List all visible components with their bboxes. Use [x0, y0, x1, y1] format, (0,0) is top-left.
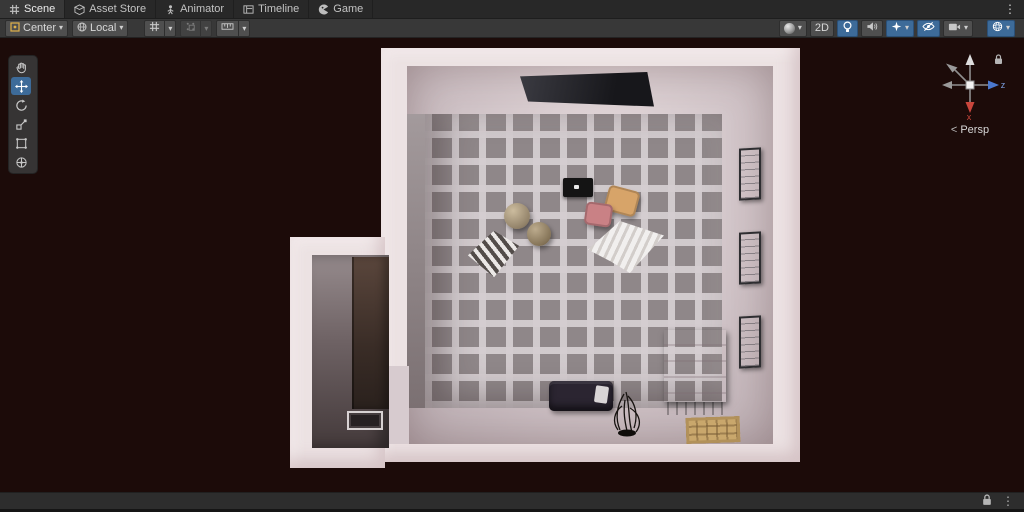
- gizmo-perspective-label[interactable]: < Persp: [930, 124, 1010, 136]
- gizmo-y-axis-cone[interactable]: [965, 54, 975, 65]
- timeline-icon: [243, 4, 254, 15]
- chevron-down-icon: ▾: [119, 23, 124, 32]
- tab-timeline[interactable]: Timeline: [234, 0, 310, 18]
- camera-icon: [948, 22, 961, 35]
- chevron-down-icon: ▾: [242, 23, 247, 33]
- pivot-mode-dropdown[interactable]: Center ▾: [5, 19, 69, 37]
- cushion-pink[interactable]: [583, 201, 614, 228]
- gizmo-z-axis-cone[interactable]: [988, 80, 999, 90]
- effects-star-icon: [891, 21, 902, 35]
- coordinate-space-dropdown[interactable]: Local ▾: [72, 19, 129, 37]
- globe-icon: [77, 22, 87, 35]
- pivot-mode-label: Center: [23, 22, 57, 34]
- 2d-view-toggle[interactable]: 2D: [809, 19, 834, 37]
- animator-icon: [165, 4, 176, 15]
- gizmo-neg-z-cone[interactable]: [942, 81, 952, 89]
- grid-snap-button[interactable]: [180, 19, 202, 37]
- coordinate-space-label: Local: [90, 22, 117, 34]
- tab-asset-store[interactable]: Asset Store: [65, 0, 157, 18]
- gizmo-center-cube[interactable]: [965, 80, 975, 90]
- patterned-rug[interactable]: [685, 416, 741, 444]
- scene-visibility-toggle[interactable]: [916, 19, 940, 37]
- picture-frame[interactable]: [739, 315, 761, 369]
- transform-tool-button[interactable]: [11, 153, 31, 171]
- status-bar: ⋮: [0, 492, 1024, 509]
- scene-audio-toggle[interactable]: [860, 19, 883, 37]
- floor-shadow-strip: [407, 114, 425, 408]
- wardrobe[interactable]: [352, 257, 389, 409]
- shading-mode-dropdown[interactable]: ▾: [778, 19, 807, 37]
- status-bar-menu-button[interactable]: ⋮: [1002, 494, 1014, 508]
- scale-tool-button[interactable]: [11, 115, 31, 133]
- scene-viewport[interactable]: x z < Persp: [0, 38, 1024, 492]
- pivot-icon: [10, 21, 20, 35]
- gizmo-z-label: z: [1001, 80, 1006, 90]
- rotate-tool-button[interactable]: [11, 96, 31, 114]
- speaker-icon: [866, 21, 878, 35]
- tab-label: Asset Store: [89, 3, 147, 15]
- effects-dropdown[interactable]: ▾: [885, 19, 914, 37]
- plant[interactable]: [604, 386, 650, 438]
- grid-snap-dropdown[interactable]: ▾: [201, 19, 213, 37]
- doormat[interactable]: [347, 411, 383, 430]
- tools-overlay: [8, 55, 38, 174]
- package-icon: [74, 3, 86, 15]
- tab-game[interactable]: Game: [309, 0, 374, 18]
- dresser[interactable]: [664, 330, 726, 402]
- scene-lighting-toggle[interactable]: [836, 19, 858, 37]
- picture-frame[interactable]: [739, 147, 761, 201]
- floor-pouf[interactable]: [504, 203, 530, 229]
- persp-arrow: <: [950, 124, 958, 136]
- tab-scene[interactable]: Scene: [0, 0, 66, 18]
- chevron-down-icon: ▾: [1005, 23, 1010, 32]
- lock-icon[interactable]: [982, 493, 992, 509]
- grid-options-dropdown[interactable]: ▾: [165, 19, 177, 37]
- grid-snap-icon: [185, 21, 196, 35]
- increment-snap-button[interactable]: [216, 19, 240, 37]
- rect-tool-button[interactable]: [11, 134, 31, 152]
- chevron-down-icon: ▾: [963, 23, 968, 32]
- tab-bar-menu-button[interactable]: ⋮: [996, 0, 1024, 18]
- scene-view-options: ▾ 2D ▾ ▾ ▾: [778, 19, 1015, 37]
- tab-animator[interactable]: Animator: [156, 0, 235, 18]
- tab-label: Game: [333, 3, 364, 15]
- increment-snap-dropdown[interactable]: ▾: [239, 19, 251, 37]
- light-bulb-icon: [842, 20, 853, 36]
- chevron-down-icon: ▾: [168, 23, 173, 33]
- tab-label: Animator: [180, 3, 225, 15]
- grid-visibility-button[interactable]: [144, 19, 166, 37]
- hand-tool-button[interactable]: [11, 58, 31, 76]
- persp-text: Persp: [960, 124, 990, 136]
- game-icon: [318, 3, 329, 15]
- picture-frame[interactable]: [739, 231, 761, 285]
- scene-toolbar: Center ▾ Local ▾ ▾ ▾ ▾ ▾ 2D ▾ ▾ ▾: [0, 19, 1024, 38]
- media-console[interactable]: [563, 178, 593, 197]
- tab-label: Timeline: [258, 3, 300, 15]
- chevron-down-icon: ▾: [59, 23, 64, 32]
- gizmo-lock-icon[interactable]: [994, 52, 1003, 70]
- chevron-down-icon: ▾: [204, 23, 209, 33]
- 2d-label: 2D: [814, 22, 829, 34]
- shaded-sphere-icon: [783, 22, 795, 34]
- camera-settings-dropdown[interactable]: ▾: [942, 19, 973, 37]
- move-tool-button[interactable]: [11, 77, 31, 95]
- tab-label: Scene: [24, 3, 56, 15]
- grid-icon: [149, 21, 160, 35]
- gizmos-sphere-icon: [992, 21, 1003, 35]
- chevron-down-icon: ▾: [797, 23, 802, 32]
- floor-pouf[interactable]: [527, 222, 551, 246]
- tab-bar: Scene Asset Store Animator Timeline Game: [0, 0, 1024, 19]
- eye-slash-icon: [922, 21, 935, 35]
- unity-editor-window: Scene Asset Store Animator Timeline Game: [0, 0, 1024, 512]
- chevron-down-icon: ▾: [904, 23, 909, 32]
- gizmo-x-label: x: [967, 112, 972, 122]
- gizmos-dropdown[interactable]: ▾: [986, 19, 1015, 37]
- increment-snap-icon: [221, 21, 234, 35]
- wood-drawers[interactable]: [667, 402, 723, 415]
- scene-grid-icon: [9, 4, 20, 15]
